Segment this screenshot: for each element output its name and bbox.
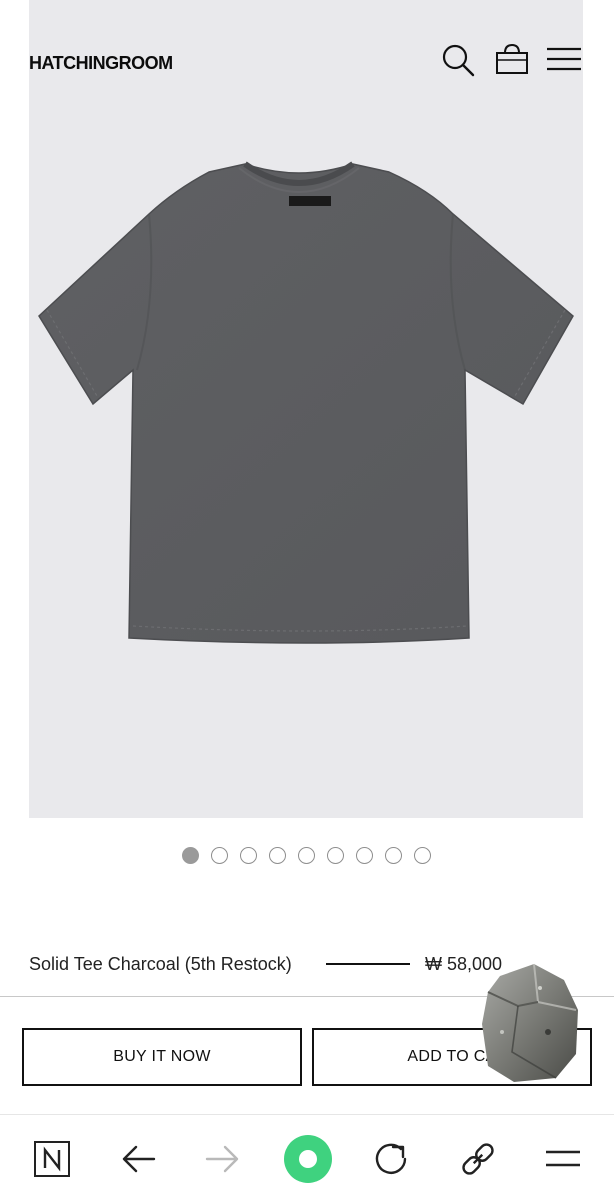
carousel-dot-5[interactable]: [298, 847, 315, 864]
carousel-indicator: [182, 847, 431, 864]
tshirt-image: [38, 161, 574, 644]
green-home-icon[interactable]: [282, 1133, 334, 1185]
shopping-bag-icon[interactable]: [494, 42, 530, 76]
browser-toolbar: [0, 1114, 614, 1200]
carousel-dot-8[interactable]: [385, 847, 402, 864]
back-arrow-icon[interactable]: [116, 1137, 160, 1181]
carousel-dot-2[interactable]: [211, 847, 228, 864]
forward-arrow-icon[interactable]: [201, 1137, 245, 1181]
carousel-dot-4[interactable]: [269, 847, 286, 864]
carousel-dot-7[interactable]: [356, 847, 373, 864]
brand-logo[interactable]: HATCHINGROOM: [29, 53, 173, 74]
carousel-dot-3[interactable]: [240, 847, 257, 864]
rock-sticker-image: [482, 963, 578, 1082]
naver-n-icon[interactable]: [30, 1137, 74, 1181]
search-icon[interactable]: [440, 42, 476, 78]
product-image[interactable]: [29, 0, 583, 818]
carousel-dot-9[interactable]: [414, 847, 431, 864]
product-title: Solid Tee Charcoal (5th Restock): [29, 954, 292, 974]
title-separator: [326, 963, 410, 965]
carousel-dot-1[interactable]: [182, 847, 199, 864]
carousel-dot-6[interactable]: [327, 847, 344, 864]
menu-icon[interactable]: [541, 1137, 585, 1181]
hamburger-menu-icon[interactable]: [545, 44, 583, 74]
link-icon[interactable]: [456, 1137, 500, 1181]
reload-icon[interactable]: [369, 1137, 413, 1181]
buy-now-button[interactable]: BUY IT NOW: [22, 1028, 302, 1086]
